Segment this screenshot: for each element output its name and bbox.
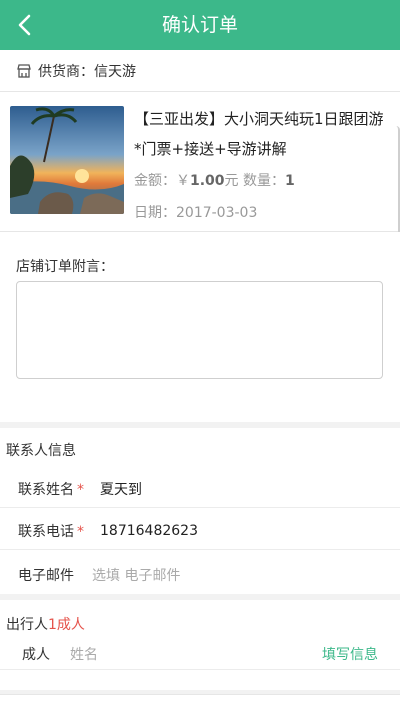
qty-label: 数量： bbox=[243, 173, 285, 189]
qty-value: 1 bbox=[285, 173, 295, 189]
contact-name-label: 联系姓名 * bbox=[18, 481, 84, 498]
required-mark: * bbox=[77, 481, 84, 498]
contact-name-field[interactable]: 夏天到 bbox=[100, 479, 142, 499]
contact-section: 联系人信息 联系姓名 * 夏天到 联系电话 * 18716482623 电子邮件 选… bbox=[0, 428, 400, 594]
date-value: 2017-03-03 bbox=[176, 205, 258, 221]
fill-info-link[interactable]: 填写信息 bbox=[322, 644, 378, 664]
price-line: 金额：￥1.00元 数量：1 bbox=[134, 170, 295, 190]
page-title: 确认订单 bbox=[161, 14, 238, 36]
remark-label: 店铺订单附言： bbox=[16, 259, 114, 275]
contact-email-row[interactable]: 电子邮件 选填 电子邮件 bbox=[0, 556, 400, 594]
product-thumbnail[interactable] bbox=[10, 106, 124, 214]
date-line: 日期：2017-03-03 bbox=[134, 202, 257, 222]
contact-phone-label: 联系电话 * bbox=[18, 523, 84, 540]
store-icon bbox=[17, 63, 31, 78]
price-value: 1.00 bbox=[190, 173, 225, 189]
beach-sunset-image bbox=[10, 106, 124, 214]
remark-section: 店铺订单附言： bbox=[0, 232, 400, 422]
travelers-section: 出行人1成人 成人 姓名 填写信息 bbox=[0, 600, 400, 690]
remark-textarea[interactable] bbox=[16, 281, 383, 379]
contact-name-row[interactable]: 联系姓名 * 夏天到 bbox=[0, 470, 400, 508]
price-label: 金额：￥ bbox=[134, 173, 190, 189]
traveler-type-label: 成人 bbox=[22, 647, 50, 663]
contact-phone-row[interactable]: 联系电话 * 18716482623 bbox=[0, 512, 400, 550]
supplier-text: 供货商：信天游 bbox=[38, 63, 136, 80]
date-label: 日期： bbox=[134, 205, 176, 221]
travelers-section-title: 出行人1成人 bbox=[6, 617, 85, 633]
traveler-name-field[interactable]: 姓名 bbox=[70, 644, 98, 664]
contact-section-title: 联系人信息 bbox=[6, 443, 76, 459]
product-title: 【三亚出发】大小洞天纯玩1日跟团游*门票+接送+导游讲解 bbox=[134, 110, 384, 158]
top-bar: 确认订单 bbox=[0, 0, 400, 50]
contact-phone-field[interactable]: 18716482623 bbox=[100, 523, 198, 539]
email-label: 电子邮件 bbox=[18, 568, 74, 584]
traveler-count: 1成人 bbox=[48, 617, 85, 633]
email-field[interactable]: 选填 电子邮件 bbox=[92, 565, 180, 585]
required-mark: * bbox=[77, 523, 84, 540]
price-unit: 元 bbox=[224, 173, 239, 189]
bottom-bar bbox=[0, 694, 400, 711]
supplier-bar: 供货商：信天游 bbox=[0, 50, 400, 92]
traveler-row[interactable]: 成人 姓名 填写信息 bbox=[0, 636, 400, 670]
